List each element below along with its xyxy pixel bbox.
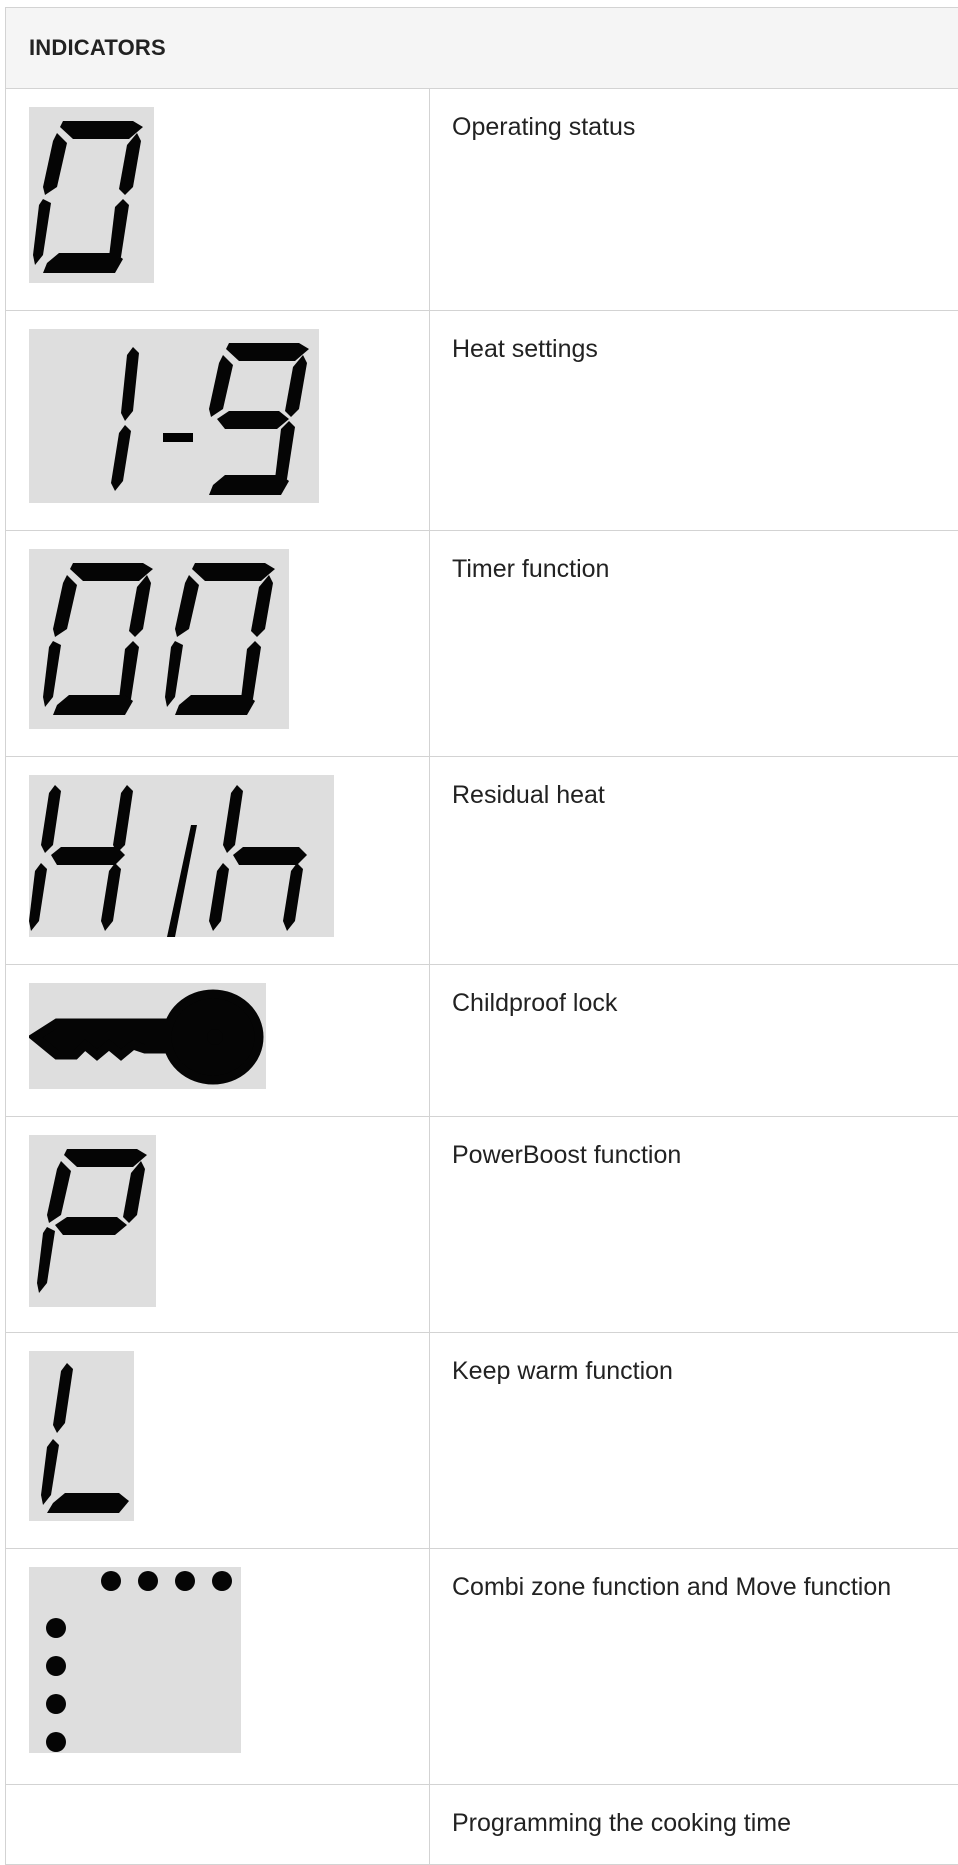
key-icon xyxy=(29,983,266,1089)
table-row: Combi zone function and Move function xyxy=(6,1549,958,1785)
table-row: Childproof lock xyxy=(6,965,958,1117)
letter-l-display-icon xyxy=(29,1351,134,1521)
h-slash-h-display-icon xyxy=(29,775,334,937)
table-row: Programming the cooking time xyxy=(6,1785,958,1865)
table-row: Operating status xyxy=(6,89,958,311)
digits-one-to-nine-display-icon xyxy=(29,329,319,503)
description-cell: Keep warm function xyxy=(430,1333,958,1549)
table-row: Heat settings xyxy=(6,311,958,531)
icon-cell xyxy=(6,1785,430,1865)
dots-corner-display-icon xyxy=(29,1567,241,1753)
icon-cell xyxy=(6,757,430,965)
double-zero-display-icon xyxy=(29,549,289,729)
description-cell: PowerBoost function xyxy=(430,1117,958,1333)
table-row: Timer function xyxy=(6,531,958,757)
icon-cell xyxy=(6,1117,430,1333)
description-cell: Combi zone function and Move function xyxy=(430,1549,958,1785)
letter-p-display-icon xyxy=(29,1135,156,1307)
digit-zero-display-icon xyxy=(29,107,154,283)
table-row: Keep warm function xyxy=(6,1333,958,1549)
table-header: INDICATORS xyxy=(6,8,958,89)
description-cell: Timer function xyxy=(430,531,958,757)
description-cell: Programming the cooking time xyxy=(430,1785,958,1865)
table-row: Residual heat xyxy=(6,757,958,965)
icon-cell xyxy=(6,531,430,757)
table-header-row: INDICATORS xyxy=(6,8,958,89)
icon-cell xyxy=(6,89,430,311)
table-row: PowerBoost function xyxy=(6,1117,958,1333)
description-cell: Heat settings xyxy=(430,311,958,531)
indicators-table: INDICATORS Operating status xyxy=(5,7,958,1865)
icon-cell xyxy=(6,965,430,1117)
icon-cell xyxy=(6,1333,430,1549)
icon-cell xyxy=(6,311,430,531)
description-cell: Residual heat xyxy=(430,757,958,965)
description-cell: Childproof lock xyxy=(430,965,958,1117)
icon-cell xyxy=(6,1549,430,1785)
description-cell: Operating status xyxy=(430,89,958,311)
